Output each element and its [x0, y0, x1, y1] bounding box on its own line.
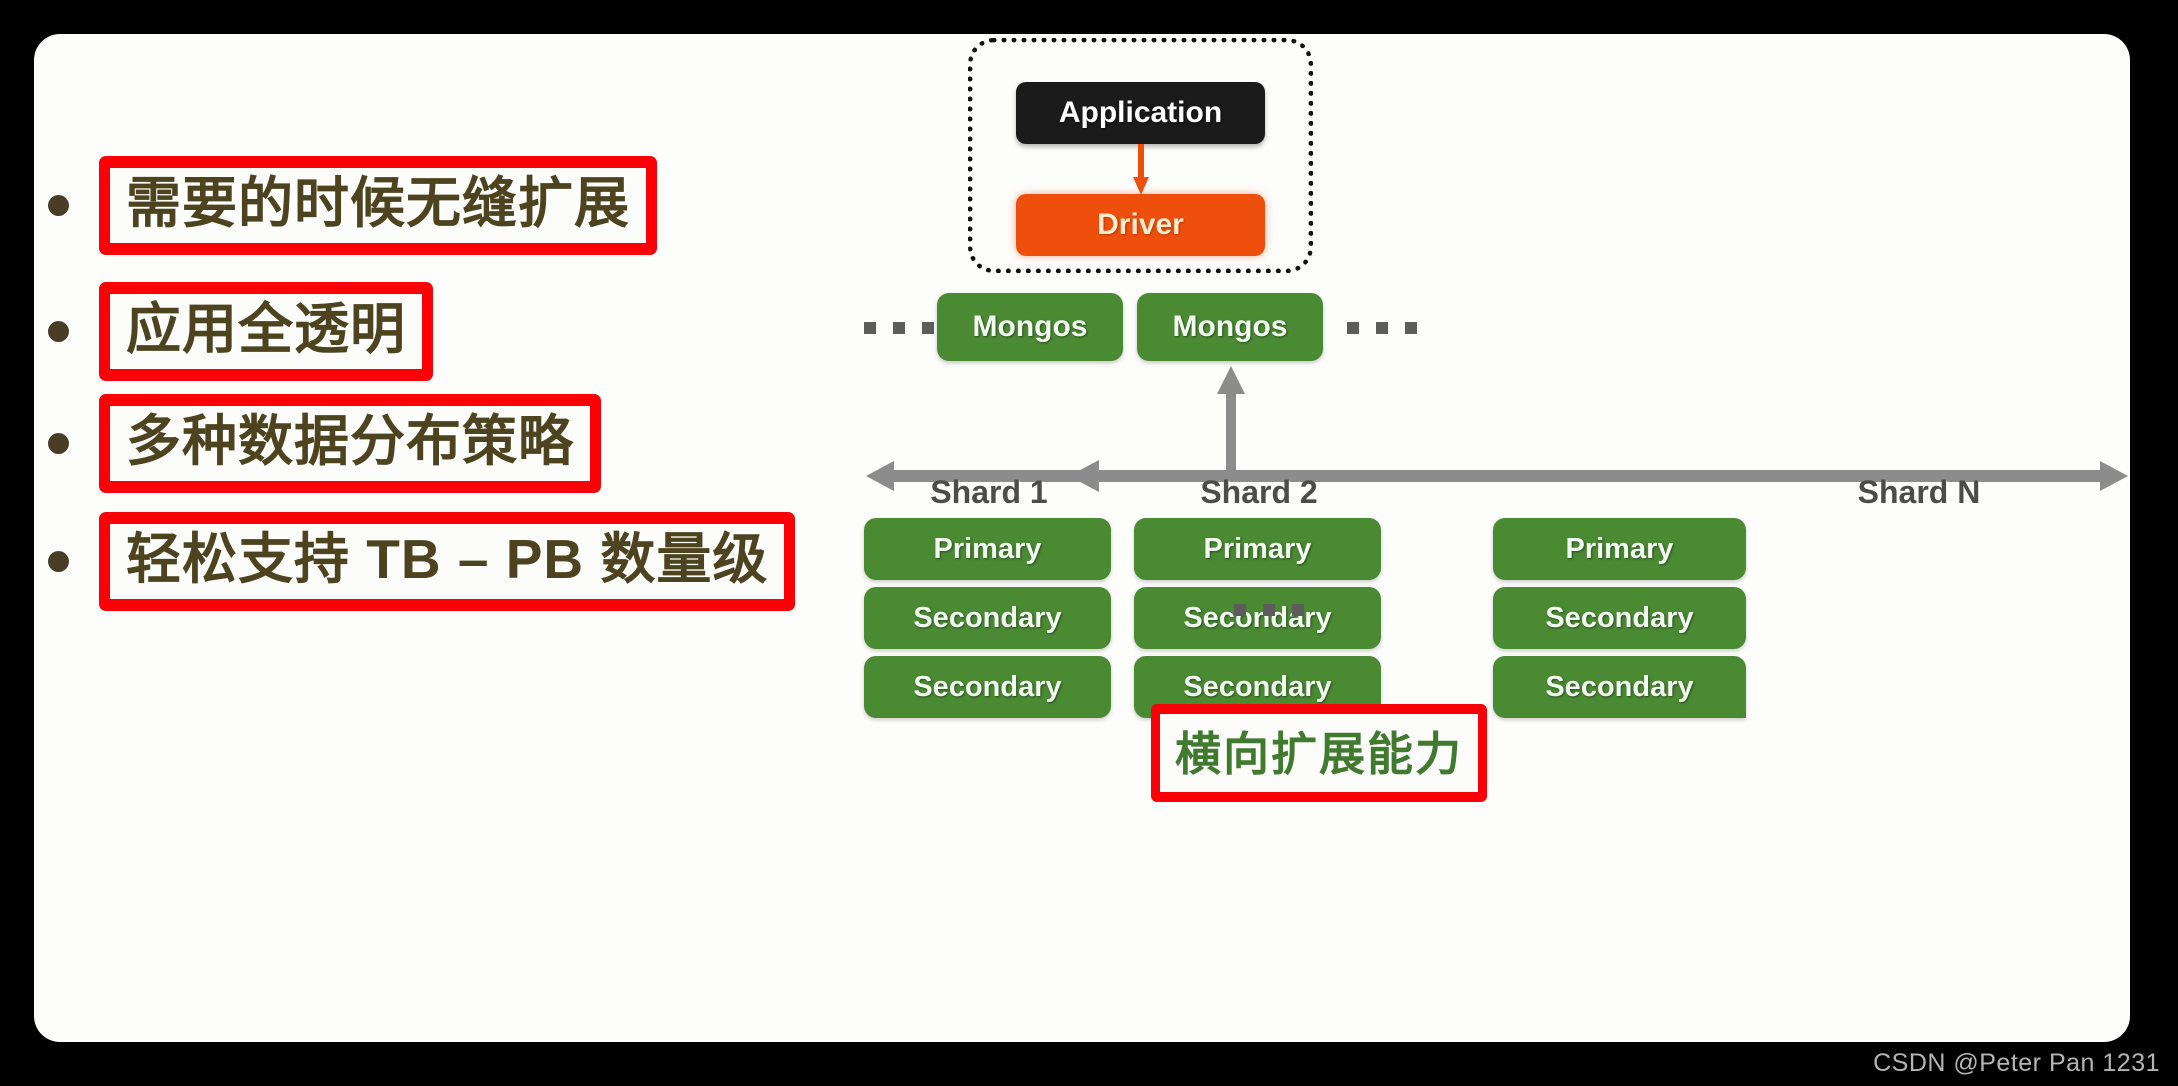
shard-node: Secondary: [864, 656, 1111, 718]
bullet-highlight-inner: 多种数据分布策略: [110, 406, 591, 482]
bullet-highlight-box: 需要的时候无缝扩展: [99, 156, 658, 256]
ellipsis-shards-icon: [1234, 604, 1304, 616]
bullet-item: 应用全透明: [48, 282, 434, 382]
bullet-item: 多种数据分布策略: [48, 394, 602, 494]
bullet-highlight-box: 应用全透明: [99, 282, 434, 382]
application-to-driver-arrow-icon: [1133, 144, 1149, 195]
mongos-node: Mongos: [937, 293, 1123, 361]
ellipsis-left-icon: [864, 322, 934, 334]
shard-column: Primary Secondary Secondary: [1134, 518, 1381, 725]
scale-out-caption: 横向扩展能力: [1151, 704, 1487, 802]
shard-node-label: Primary: [1203, 532, 1312, 565]
shard-node-label: Secondary: [1545, 601, 1694, 634]
application-label: Application: [1058, 96, 1223, 129]
shard-node: Primary: [1134, 518, 1381, 580]
driver-label: Driver: [1097, 208, 1184, 241]
scale-out-caption-text: 横向扩展能力: [1175, 728, 1463, 780]
shard-node-label: Primary: [1565, 532, 1674, 565]
shard-node: Secondary: [864, 587, 1111, 649]
shard-label: Shard 1: [930, 474, 1048, 510]
mongos-label: Mongos: [972, 310, 1088, 343]
bullet-dot-icon: [48, 551, 69, 573]
driver-node: Driver: [1016, 194, 1265, 256]
bullet-text: 轻松支持 TB – PB 数量级: [126, 528, 769, 590]
shard-node: Primary: [1493, 518, 1746, 580]
bullet-highlight-inner: 需要的时候无缝扩展: [110, 168, 647, 244]
shard-node: Secondary: [1493, 587, 1746, 649]
bullet-item: 轻松支持 TB – PB 数量级: [48, 512, 796, 612]
bullet-highlight-inner: 应用全透明: [110, 294, 423, 370]
shard-node-label: Secondary: [913, 670, 1062, 703]
bullet-highlight-box: 轻松支持 TB – PB 数量级: [99, 512, 796, 612]
bullet-item: 需要的时候无缝扩展: [48, 156, 658, 256]
shard-node: Secondary: [1493, 656, 1746, 718]
bullet-dot-icon: [48, 321, 69, 343]
shard-label: Shard 2: [1200, 474, 1318, 510]
bullet-dot-icon: [48, 433, 69, 455]
shard-label: Shard N: [1857, 474, 1981, 510]
shard-column: Primary Secondary Secondary: [1493, 518, 1746, 725]
watermark: CSDN @Peter Pan 1231: [1873, 1049, 2160, 1077]
scale-out-caption-inner: 横向扩展能力: [1160, 714, 1478, 792]
shard-node-label: Secondary: [913, 601, 1062, 634]
bullet-text: 需要的时候无缝扩展: [126, 172, 631, 234]
bullet-text: 多种数据分布策略: [126, 410, 575, 472]
bullet-dot-icon: [48, 195, 69, 217]
shard-column: Primary Secondary Secondary: [864, 518, 1111, 725]
bullet-text: 应用全透明: [126, 298, 407, 360]
shard-node-label: Secondary: [1545, 670, 1694, 703]
shard-node-label: Secondary: [1183, 670, 1332, 703]
bullet-highlight-box: 多种数据分布策略: [99, 394, 602, 494]
slide-card: 需要的时候无缝扩展 应用全透明 多种数据分布策略 轻松支持 TB – PB 数量…: [34, 34, 2130, 1042]
mongos-label: Mongos: [1172, 310, 1288, 343]
shard-node-label: Primary: [933, 532, 1042, 565]
sharding-diagram: Application Driver Mongos Mongos Shard 1…: [864, 34, 2130, 1042]
bullet-highlight-inner: 轻松支持 TB – PB 数量级: [110, 524, 785, 600]
application-node: Application: [1016, 82, 1265, 144]
ellipsis-right-icon: [1347, 322, 1417, 334]
bullet-list: 需要的时候无缝扩展 应用全透明 多种数据分布策略 轻松支持 TB – PB 数量…: [34, 34, 864, 1042]
shard-node: Primary: [864, 518, 1111, 580]
shard-node: Secondary: [1134, 587, 1381, 649]
mongos-node: Mongos: [1137, 293, 1323, 361]
